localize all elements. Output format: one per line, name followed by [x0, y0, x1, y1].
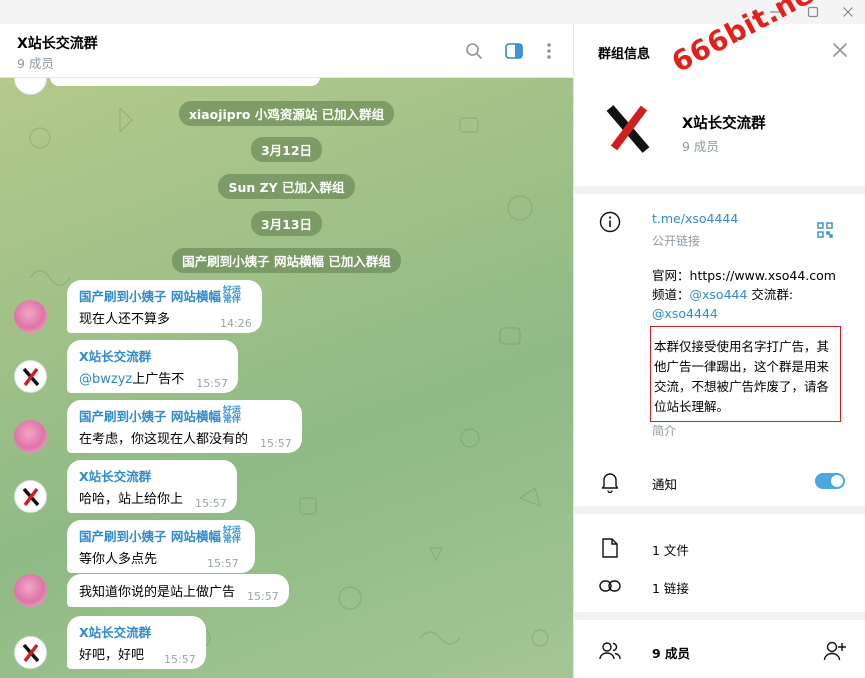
message-text: 哈哈，站上给你上 — [79, 492, 184, 507]
message-time: 15:57 — [260, 437, 292, 450]
chat-message-area[interactable]: xiaojipro 小鸡资源站 已加入群组 3月12日 Sun ZY 已加入群组… — [0, 78, 573, 678]
notifications-label: 通知 — [652, 477, 678, 492]
channel-link[interactable]: @xso444 — [690, 287, 748, 302]
message-text: 我知道你说的是站上做广告 — [79, 585, 236, 600]
mention-link[interactable]: @bwzyz — [79, 372, 132, 387]
avatar[interactable] — [14, 574, 47, 607]
sender-name[interactable]: 国产刷到小姨子 网站横幅 好运 常伴 — [79, 286, 252, 305]
message-text: 上广告不 — [132, 372, 185, 387]
sidebar-toggle-icon[interactable] — [503, 40, 525, 62]
message-row: 国产刷到小姨子 网站横幅 好运 常伴 等你人多点先 15:57 — [14, 520, 255, 573]
group-info-panel: 群组信息 X站长交流群 9 成员 666bit.net t.me/xso4444… — [573, 0, 865, 678]
service-message: 国产刷到小姨子 网站横幅 已加入群组 — [0, 248, 573, 273]
message-bubble[interactable]: 我知道你说的是站上做广告 15:57 — [67, 574, 289, 607]
notifications-toggle[interactable] — [815, 473, 845, 489]
group-member-count: 9 成员 — [682, 139, 719, 154]
message-time: 14:26 — [220, 317, 252, 330]
message-row: 我知道你说的是站上做广告 15:57 — [14, 574, 289, 607]
sender-badge: 好运 常伴 — [222, 405, 241, 425]
message-bubble[interactable]: 国产刷到小姨子 网站横幅 好运 常伴 在考虑，你这现在人都没有的 15:57 — [67, 400, 302, 453]
message-time: 15:57 — [195, 497, 227, 510]
group-link[interactable]: @xso4444 — [652, 306, 718, 321]
info-icon — [598, 210, 622, 234]
message-row: 国产刷到小姨子 网站横幅 好运 常伴 现在人还不算多 14:26 — [14, 280, 262, 333]
avatar[interactable] — [14, 300, 47, 333]
description-label: 简介 — [652, 424, 677, 438]
rules-notice-highlight: 本群仅接受使用名字打广告，其他广告一律踢出，这个群是用来交流，不想被广告炸废了，… — [650, 326, 841, 422]
divider — [574, 612, 865, 620]
more-vertical-icon[interactable] — [538, 40, 560, 62]
avatar[interactable] — [14, 360, 47, 393]
avatar[interactable] — [14, 480, 47, 513]
date-separator: 3月12日 — [0, 137, 573, 162]
divider — [574, 186, 865, 194]
members-row[interactable]: 9 成员 — [652, 643, 690, 662]
message-text: 现在人还不算多 — [79, 312, 171, 327]
public-link[interactable]: t.me/xso4444 — [652, 211, 738, 226]
sender-badge: 好运 常伴 — [222, 285, 241, 305]
message-time: 15:57 — [196, 377, 228, 390]
website-link[interactable]: https://www.xso44.com — [690, 268, 836, 283]
message-text: 好吧，好吧 — [79, 648, 145, 663]
message-text: 在考虑，你这现在人都没有的 — [79, 432, 249, 447]
chat-title[interactable]: X站长交流群 — [17, 33, 98, 53]
message-bubble[interactable]: 国产刷到小姨子 网站横幅 好运 常伴 等你人多点先 15:57 — [67, 520, 255, 573]
group-description: 官网：https://www.xso44.com 频道：@xso444 交流群:… — [652, 268, 836, 321]
group-avatar[interactable] — [602, 102, 654, 154]
add-member-icon[interactable] — [823, 640, 847, 664]
group-name: X站长交流群 — [682, 116, 766, 132]
message-bubble[interactable]: X站长交流群 好吧，好吧 15:57 — [67, 616, 206, 669]
files-row[interactable]: 1 文件 — [652, 540, 689, 559]
message-time: 15:57 — [164, 653, 196, 666]
bell-icon — [598, 470, 622, 494]
date-separator: 3月13日 — [0, 211, 573, 236]
divider — [574, 506, 865, 514]
links-row[interactable]: 1 链接 — [652, 578, 689, 597]
message-bubble[interactable]: 国产刷到小姨子 网站横幅 好运 常伴 现在人还不算多 14:26 — [67, 280, 262, 333]
public-link-label: 公开链接 — [652, 234, 701, 248]
message-row: X站长交流群 哈哈，站上给你上 15:57 — [14, 460, 237, 513]
message-bubble — [50, 78, 320, 86]
sender-name[interactable]: X站长交流群 — [79, 346, 228, 365]
sender-name[interactable]: X站长交流群 — [79, 466, 227, 485]
panel-title: 群组信息 — [598, 47, 651, 62]
search-icon[interactable] — [463, 40, 485, 62]
sender-name[interactable]: 国产刷到小姨子 网站横幅 好运 常伴 — [79, 526, 245, 545]
message-bubble[interactable]: X站长交流群 @bwzyz 上广告不 15:57 — [67, 340, 238, 393]
message-row: X站长交流群 好吧，好吧 15:57 — [14, 616, 206, 669]
chat-header[interactable]: X站长交流群 9 成员 — [0, 24, 573, 78]
message-row: X站长交流群 @bwzyz 上广告不 15:57 — [14, 340, 238, 393]
file-icon — [598, 536, 622, 560]
service-message: Sun ZY 已加入群组 — [0, 174, 573, 199]
message-row: 国产刷到小姨子 网站横幅 好运 常伴 在考虑，你这现在人都没有的 15:57 — [14, 400, 302, 453]
close-icon[interactable] — [830, 0, 865, 24]
sender-badge: 好运 常伴 — [222, 525, 241, 545]
message-bubble[interactable]: X站长交流群 哈哈，站上给你上 15:57 — [67, 460, 237, 513]
qr-code-icon[interactable] — [817, 222, 833, 238]
message-time: 15:57 — [207, 557, 239, 570]
close-panel-icon[interactable] — [831, 41, 849, 59]
link-icon — [598, 574, 622, 598]
chat-member-count: 9 成员 — [17, 56, 54, 71]
avatar[interactable] — [14, 420, 47, 453]
sender-name[interactable]: 国产刷到小姨子 网站横幅 好运 常伴 — [79, 406, 292, 425]
sender-name[interactable]: X站长交流群 — [79, 622, 196, 641]
members-icon — [598, 639, 622, 663]
avatar[interactable] — [14, 636, 47, 669]
message-text: 等你人多点先 — [79, 552, 158, 567]
message-time: 15:57 — [247, 590, 279, 603]
service-message: xiaojipro 小鸡资源站 已加入群组 — [0, 101, 573, 126]
